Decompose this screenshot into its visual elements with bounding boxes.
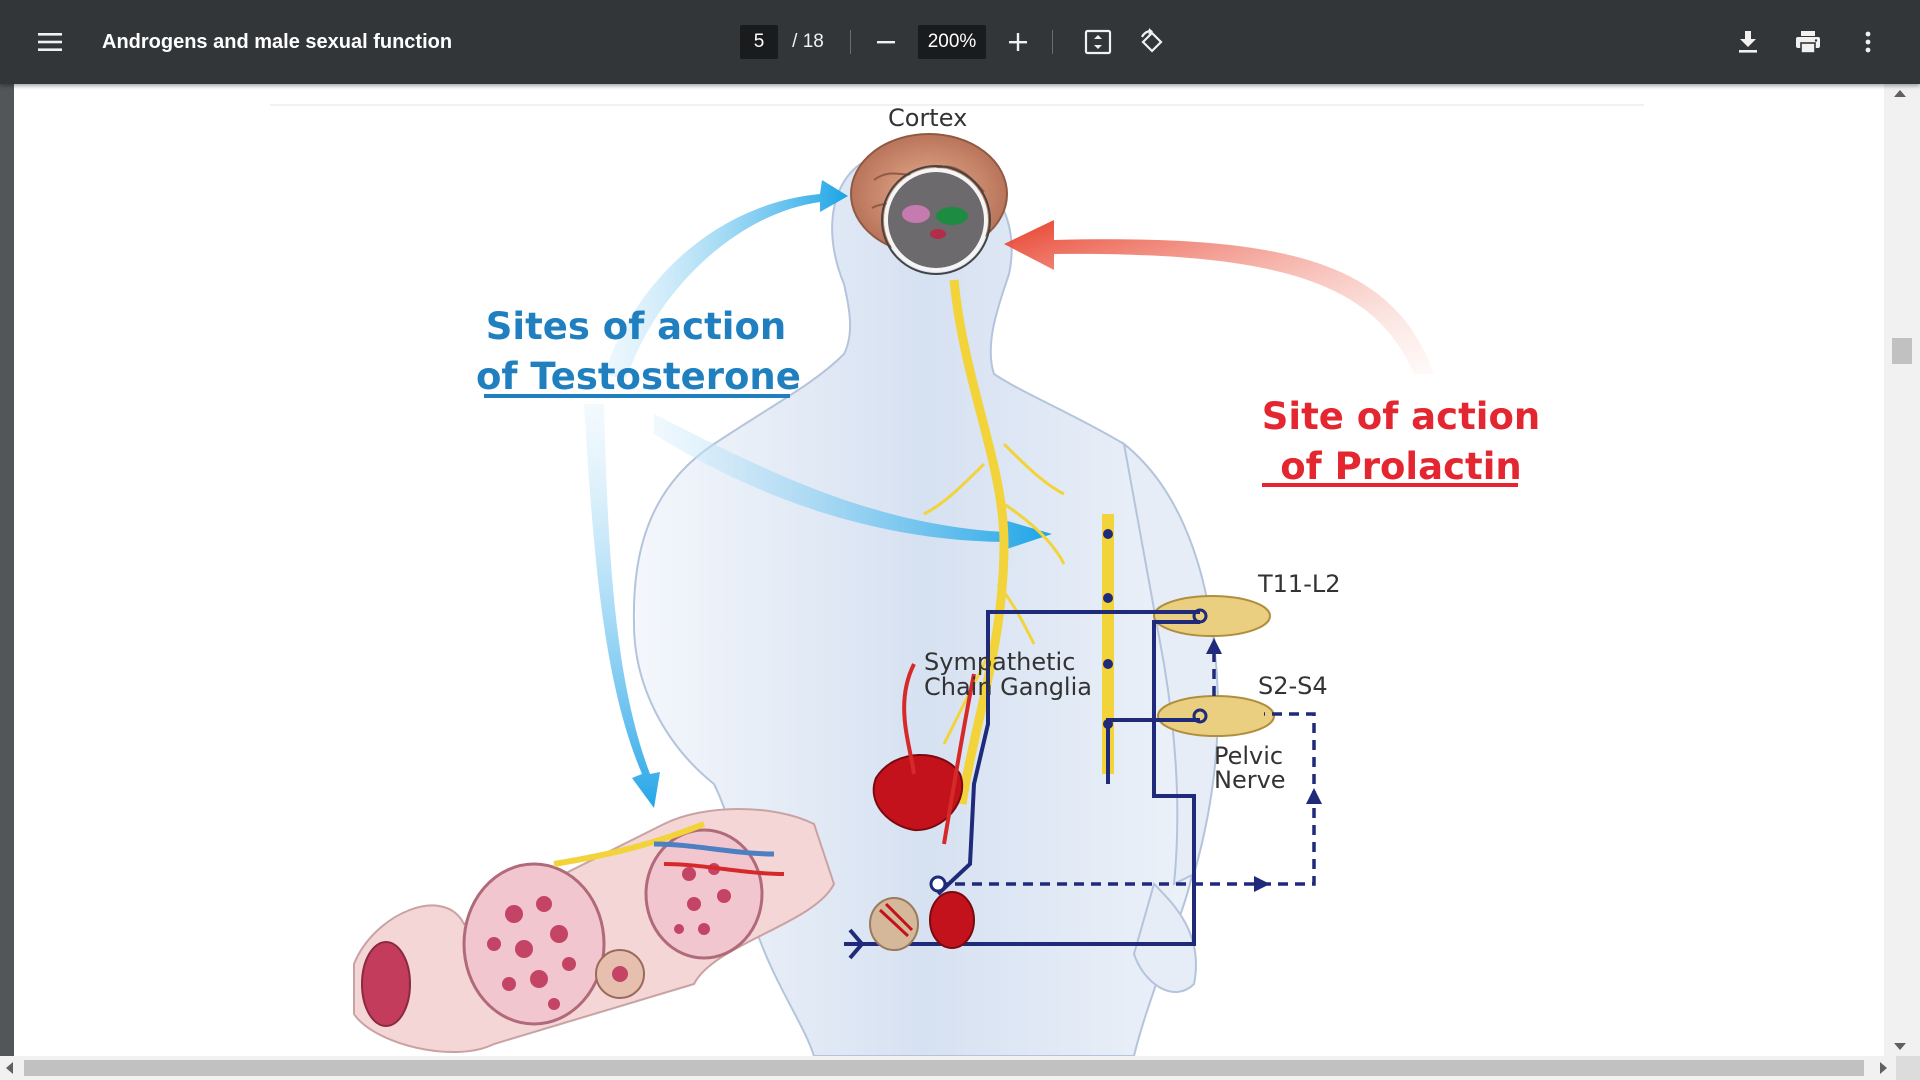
zoom-level-input[interactable]: 200%: [918, 25, 986, 59]
scrollbar-corner: [1896, 1056, 1920, 1080]
spinal-segment-t11-l2: [1153, 595, 1271, 637]
brain-region-red: [930, 229, 946, 239]
more-vert-icon: [1865, 31, 1871, 53]
download-icon: [1739, 31, 1757, 53]
label-testosterone-underline: [484, 394, 790, 398]
menu-button[interactable]: [30, 22, 70, 62]
label-sympathetic-chain: Sympathetic Chain Ganglia: [924, 650, 1092, 700]
zoom-out-button[interactable]: [866, 22, 906, 62]
rotate-icon: [1141, 28, 1163, 53]
label-cortex: Cortex: [888, 104, 968, 132]
label-prolactin-line1: Site of action: [1261, 395, 1541, 438]
toolbar-divider: [850, 30, 851, 54]
label-t11-l2: T11-L2: [1258, 570, 1341, 598]
zoom-in-button[interactable]: [998, 22, 1038, 62]
penile-nerve-node: [929, 875, 947, 893]
toolbar-divider: [1052, 30, 1053, 54]
prolactin-arrow: [1004, 220, 1434, 374]
scroll-left-icon[interactable]: [6, 1062, 13, 1074]
label-pelvic-line2: Nerve: [1214, 766, 1286, 794]
pdf-toolbar: Androgens and male sexual function 5 / 1…: [0, 0, 1920, 84]
scroll-right-icon[interactable]: [1880, 1062, 1887, 1074]
fit-to-page-button[interactable]: [1078, 22, 1118, 62]
horizontal-scroll-thumb[interactable]: [24, 1060, 1864, 1076]
label-prolactin: Site of action of Prolactin: [1256, 392, 1546, 492]
document-title: Androgens and male sexual function: [102, 30, 453, 53]
plus-icon: [1009, 33, 1027, 51]
fit-to-page-icon: [1084, 29, 1112, 55]
penile-cross-section: [353, 808, 836, 1053]
label-testosterone: Sites of action of Testosterone: [476, 302, 801, 402]
label-pelvic-line1: Pelvic: [1214, 742, 1284, 770]
print-button[interactable]: [1788, 22, 1828, 62]
label-sympathetic-line2: Chain Ganglia: [924, 673, 1092, 701]
vertical-scrollbar[interactable]: [1884, 84, 1920, 1056]
brain-inset-circle: [884, 168, 988, 272]
vertical-scroll-thumb[interactable]: [1892, 338, 1912, 364]
page-count: / 18: [792, 31, 824, 52]
anatomy-illustration: [353, 133, 1434, 1056]
testis: [929, 891, 975, 949]
page-number-input[interactable]: 5: [740, 25, 778, 59]
label-s2-s4: S2-S4: [1258, 672, 1328, 700]
minus-icon: [877, 41, 895, 44]
brain-region-pink: [902, 205, 930, 223]
label-pelvic-nerve: Pelvic Nerve: [1214, 744, 1286, 792]
label-prolactin-underline: [1262, 483, 1518, 487]
penile-detail: [869, 897, 919, 951]
scroll-up-icon[interactable]: [1894, 90, 1906, 97]
print-icon: [1796, 31, 1820, 54]
label-testosterone-line1: Sites of action: [485, 305, 787, 348]
label-sympathetic-line1: Sympathetic: [924, 648, 1076, 676]
spinal-segment-s2-s4: [1157, 695, 1275, 737]
menu-icon: [38, 33, 62, 51]
rotate-button[interactable]: [1132, 22, 1172, 62]
download-button[interactable]: [1728, 22, 1768, 62]
pdf-page: Cortex Sites of action of Testosterone S…: [14, 84, 1884, 1056]
horizontal-scrollbar[interactable]: [0, 1056, 1920, 1080]
more-actions-button[interactable]: [1848, 22, 1888, 62]
scroll-down-icon[interactable]: [1894, 1043, 1906, 1050]
brain-region-green: [936, 207, 968, 225]
